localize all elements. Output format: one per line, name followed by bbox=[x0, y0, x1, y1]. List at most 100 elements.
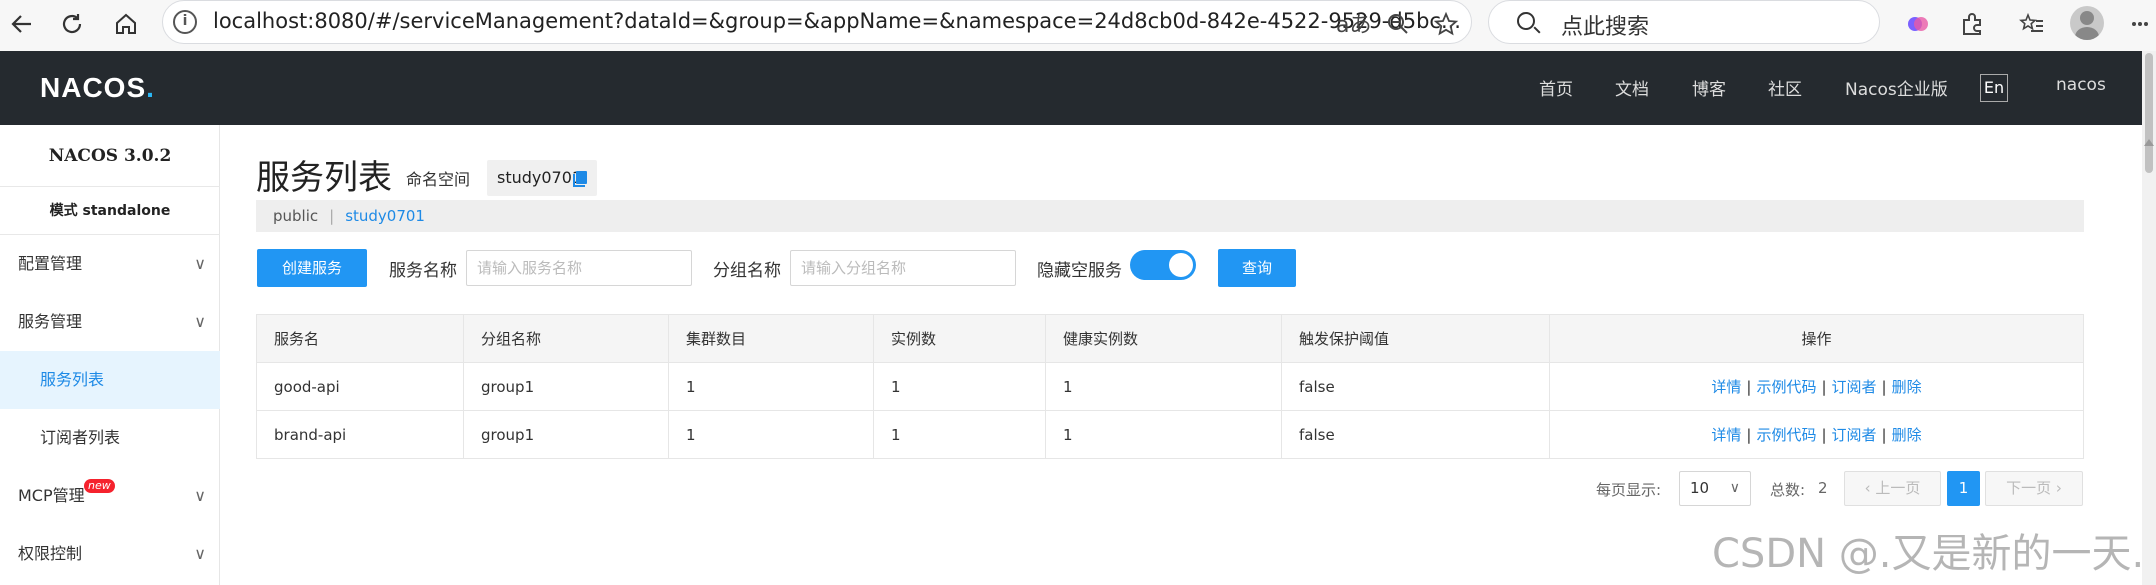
sidebar-item-access-control[interactable]: 权限控制 ∨ bbox=[0, 525, 220, 583]
home-button[interactable] bbox=[106, 4, 146, 44]
cell-service-name: good-api bbox=[256, 362, 464, 411]
sidebar-item-label: 服务管理 bbox=[18, 312, 83, 331]
detail-link[interactable]: 详情 bbox=[1711, 378, 1741, 396]
nav-home[interactable]: 首页 bbox=[1539, 75, 1573, 100]
address-bar[interactable]: i localhost:8080/#/serviceManagement?dat… bbox=[162, 0, 1472, 44]
hide-empty-label: 隐藏空服务 bbox=[1037, 261, 1122, 281]
reload-icon bbox=[62, 14, 82, 34]
nacos-logo[interactable]: NACOS. bbox=[40, 72, 155, 104]
namespace-badge: study0701 bbox=[487, 160, 597, 196]
hide-empty-toggle[interactable] bbox=[1130, 250, 1196, 280]
sidebar-item-service[interactable]: 服务管理 ∨ bbox=[0, 293, 220, 351]
copy-icon[interactable] bbox=[573, 171, 587, 187]
namespace-value: study0701 bbox=[497, 168, 583, 187]
nav-docs[interactable]: 文档 bbox=[1615, 75, 1649, 100]
service-name-input[interactable]: 请输入服务名称 bbox=[466, 250, 692, 286]
cell-threshold: false bbox=[1281, 362, 1550, 411]
cell-instances: 1 bbox=[873, 362, 1046, 411]
home-icon bbox=[116, 13, 136, 34]
extensions-icon[interactable] bbox=[1954, 6, 1990, 42]
nav-community[interactable]: 社区 bbox=[1768, 75, 1802, 100]
delete-link[interactable]: 删除 bbox=[1892, 378, 1922, 396]
action-separator: | bbox=[1881, 426, 1887, 444]
copilot-icon[interactable] bbox=[1900, 6, 1936, 42]
sidebar-item-service-list[interactable]: 服务列表 bbox=[0, 351, 220, 409]
per-page-label: 每页显示: bbox=[1596, 481, 1662, 499]
per-page-value: 10 bbox=[1690, 479, 1710, 497]
sidebar-version-title: NACOS 3.0.2 bbox=[0, 125, 220, 187]
new-badge: new bbox=[84, 479, 115, 493]
cell-service-name: brand-api bbox=[256, 410, 464, 459]
query-button[interactable]: 查询 bbox=[1218, 249, 1296, 287]
sidebar-item-subscribers[interactable]: 订阅者列表 bbox=[0, 409, 220, 467]
site-info-icon[interactable]: i bbox=[173, 10, 197, 34]
back-arrow-icon bbox=[11, 15, 31, 33]
prev-page-button[interactable]: ‹ 上一页 bbox=[1844, 471, 1941, 506]
cell-clusters: 1 bbox=[668, 410, 874, 459]
create-service-button[interactable]: 创建服务 bbox=[257, 249, 367, 287]
browser-search-box[interactable]: 点此搜索 bbox=[1488, 0, 1880, 44]
more-menu-icon[interactable] bbox=[2122, 6, 2156, 42]
sidebar-item-label: 订阅者列表 bbox=[40, 428, 121, 447]
subscriber-link[interactable]: 订阅者 bbox=[1832, 378, 1877, 396]
sample-code-link[interactable]: 示例代码 bbox=[1756, 378, 1816, 396]
url-text[interactable]: localhost:8080/#/serviceManagement?dataI… bbox=[213, 9, 1483, 33]
group-name-input[interactable]: 请输入分组名称 bbox=[790, 250, 1016, 286]
search-icon bbox=[1517, 12, 1535, 30]
namespace-current-link[interactable]: study0701 bbox=[345, 207, 425, 225]
col-cluster-count: 集群数目 bbox=[668, 314, 874, 363]
browser-toolbar: i localhost:8080/#/serviceManagement?dat… bbox=[0, 0, 2156, 51]
scrollbar-thumb[interactable] bbox=[2145, 53, 2153, 173]
total-label: 总数: bbox=[1770, 481, 1806, 499]
sidebar-item-config[interactable]: 配置管理 ∨ bbox=[0, 235, 220, 293]
delete-link[interactable]: 删除 bbox=[1892, 426, 1922, 444]
back-button[interactable] bbox=[2, 4, 42, 44]
col-healthy-count: 健康实例数 bbox=[1045, 314, 1282, 363]
favorites-list-icon[interactable] bbox=[2014, 6, 2050, 42]
logo-dot: . bbox=[146, 72, 155, 103]
language-toggle-button[interactable]: En bbox=[1980, 74, 2008, 102]
total-value: 2 bbox=[1818, 479, 1828, 497]
user-menu[interactable]: nacos bbox=[2056, 75, 2106, 95]
chevron-down-icon: ∨ bbox=[1729, 480, 1740, 496]
chevron-down-icon: ∨ bbox=[194, 312, 206, 331]
scroll-up-arrow-icon[interactable] bbox=[2144, 139, 2154, 146]
detail-link[interactable]: 详情 bbox=[1711, 426, 1741, 444]
cell-group: group1 bbox=[463, 410, 669, 459]
subscriber-link[interactable]: 订阅者 bbox=[1832, 426, 1877, 444]
reload-button[interactable] bbox=[52, 4, 92, 44]
group-name-label: 分组名称 bbox=[713, 261, 781, 281]
prev-page-label: 上一页 bbox=[1875, 479, 1921, 497]
next-page-button[interactable]: 下一页 › bbox=[1985, 471, 2083, 506]
per-page-select[interactable]: 10 ∨ bbox=[1679, 471, 1751, 506]
col-instance-count: 实例数 bbox=[873, 314, 1046, 363]
sidebar-item-label: MCP管理 bbox=[18, 486, 85, 505]
namespace-switcher: public | study0701 bbox=[256, 200, 2084, 232]
nav-blog[interactable]: 博客 bbox=[1692, 75, 1726, 100]
action-separator: | bbox=[1746, 378, 1752, 396]
page-scrollbar[interactable] bbox=[2142, 51, 2156, 585]
col-group-name: 分组名称 bbox=[463, 314, 669, 363]
page-1-button[interactable]: 1 bbox=[1947, 471, 1980, 506]
table-row: brand-api group1 1 1 1 false 详情 | 示例代码 | 订阅者… bbox=[256, 410, 2084, 459]
favorite-star-icon[interactable] bbox=[1428, 6, 1464, 42]
cell-group: group1 bbox=[463, 362, 669, 411]
chevron-down-icon: ∨ bbox=[194, 254, 206, 273]
sidebar-item-mcp[interactable]: MCP管理 new ∨ bbox=[0, 467, 220, 525]
chevron-down-icon: ∨ bbox=[194, 544, 206, 563]
col-threshold: 触发保护阈值 bbox=[1281, 314, 1550, 363]
nav-enterprise[interactable]: Nacos企业版 bbox=[1845, 75, 1948, 100]
col-actions: 操作 bbox=[1549, 314, 2084, 363]
cell-instances: 1 bbox=[873, 410, 1046, 459]
read-aloud-icon[interactable]: aあ bbox=[1336, 7, 1371, 39]
sidebar: NACOS 3.0.2 模式 standalone 配置管理 ∨ 服务管理 ∨ … bbox=[0, 125, 220, 585]
namespace-public-link[interactable]: public bbox=[273, 207, 318, 225]
profile-avatar[interactable] bbox=[2070, 6, 2104, 40]
namespace-label: 命名空间 bbox=[406, 170, 471, 189]
csdn-watermark: CSDN @.又是新的一天. bbox=[1712, 531, 2145, 577]
zoom-out-icon[interactable] bbox=[1380, 6, 1416, 42]
namespace-separator: | bbox=[329, 207, 335, 225]
sidebar-item-label: 权限控制 bbox=[18, 544, 83, 563]
sample-code-link[interactable]: 示例代码 bbox=[1756, 426, 1816, 444]
cell-actions: 详情 | 示例代码 | 订阅者 | 删除 bbox=[1549, 410, 2084, 459]
